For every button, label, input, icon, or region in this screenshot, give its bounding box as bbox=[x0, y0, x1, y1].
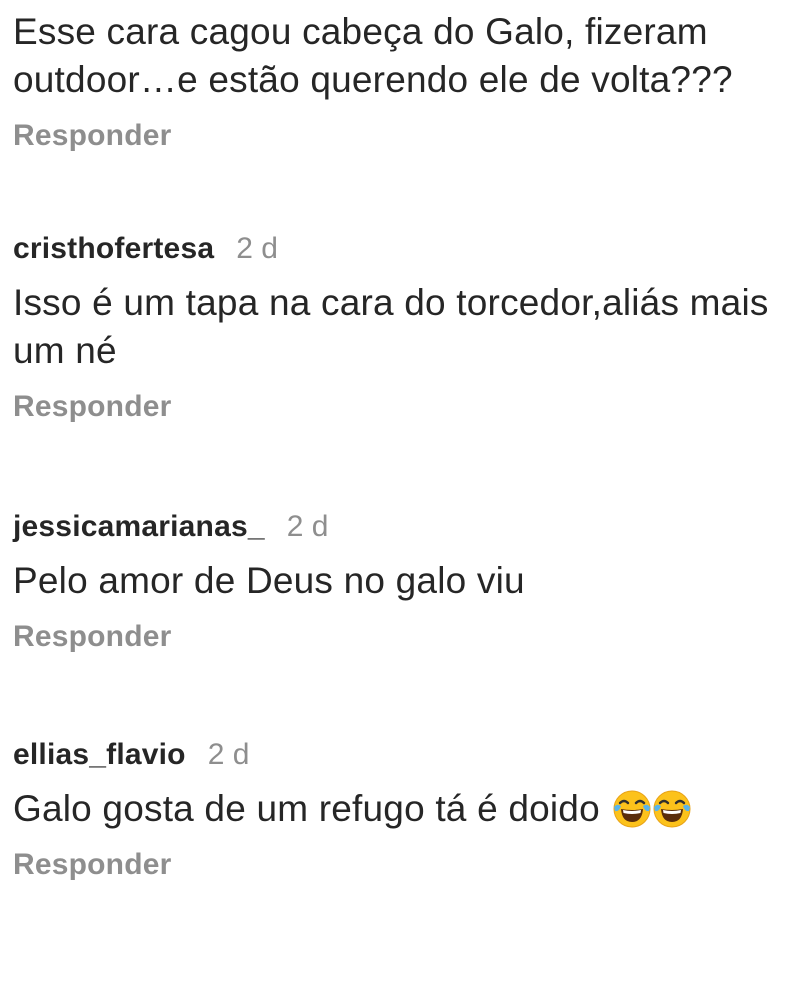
reply-button[interactable]: Responder bbox=[13, 617, 793, 657]
comment-timestamp: 2 d bbox=[236, 232, 278, 265]
reply-button[interactable]: Responder bbox=[13, 116, 793, 156]
comment-header: cristhofertesa 2 d bbox=[13, 227, 793, 271]
comment-username[interactable]: ellias_flavio bbox=[13, 733, 186, 777]
comment-text: Pelo amor de Deus no galo viu bbox=[13, 560, 525, 601]
comment-text: Esse cara cagou cabeça do Galo, fizeram … bbox=[13, 11, 733, 100]
comment-username[interactable]: jessicamarianas_ bbox=[13, 505, 265, 549]
comment-header: jessicamarianas_ 2 d bbox=[13, 505, 793, 549]
comment-item: Esse cara cagou cabeça do Galo, fizeram … bbox=[13, 0, 793, 156]
reply-button[interactable]: Responder bbox=[13, 845, 793, 885]
face-with-tears-of-joy-icon bbox=[652, 789, 692, 829]
comment-text: Galo gosta de um refugo tá é doido bbox=[13, 788, 600, 829]
reply-button[interactable]: Responder bbox=[13, 387, 793, 427]
comment-timestamp: 2 d bbox=[286, 510, 329, 543]
comment-timestamp: 2 d bbox=[207, 738, 250, 771]
comment-text: Isso é um tapa na cara do torcedor,aliás… bbox=[13, 282, 769, 371]
comment-list: Esse cara cagou cabeça do Galo, fizeram … bbox=[13, 0, 793, 885]
face-with-tears-of-joy-icon bbox=[612, 789, 652, 829]
comment-item: cristhofertesa 2 d Isso é um tapa na car… bbox=[13, 227, 793, 427]
comment-text-row: Galo gosta de um refugo tá é doido bbox=[13, 785, 793, 833]
comment-item: ellias_flavio 2 d Galo gosta de um refug… bbox=[13, 733, 793, 885]
comment-username[interactable]: cristhofertesa bbox=[13, 227, 214, 271]
comment-item: jessicamarianas_ 2 d Pelo amor de Deus n… bbox=[13, 505, 793, 657]
comment-header: ellias_flavio 2 d bbox=[13, 733, 793, 777]
